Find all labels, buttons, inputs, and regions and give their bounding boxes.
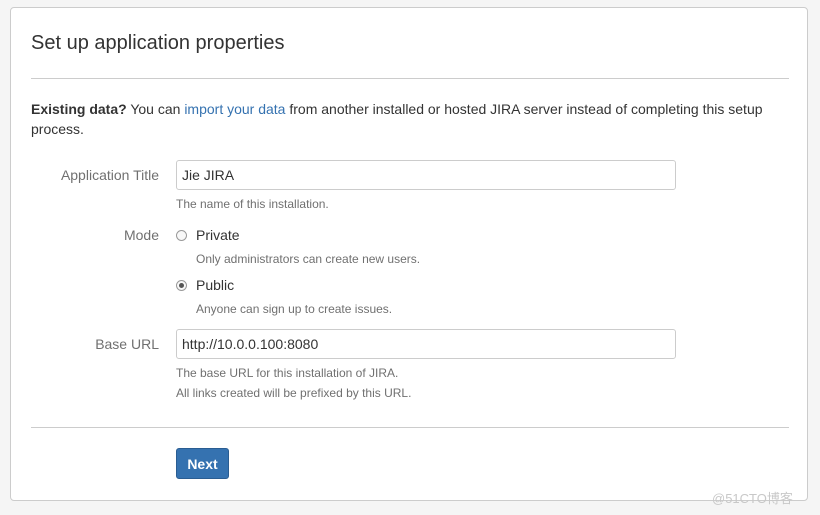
base-url-description: The base URL for this installation of JI…	[176, 366, 399, 380]
intro-text-before: You can	[126, 101, 185, 117]
import-data-link[interactable]: import your data	[184, 101, 285, 117]
public-label[interactable]: Public	[196, 277, 234, 293]
existing-data-heading: Existing data?	[31, 101, 127, 117]
application-title-label: Application Title	[60, 167, 159, 183]
public-description: Anyone can sign up to create issues.	[196, 302, 393, 316]
mode-label: Mode	[123, 227, 159, 243]
page-title: Set up application properties	[31, 32, 285, 54]
private-label[interactable]: Private	[196, 227, 240, 243]
watermark: @51CTO博客	[712, 491, 793, 506]
title-divider	[31, 78, 789, 79]
existing-data-notice: Existing data? You can import your data …	[31, 99, 791, 139]
mode-public-option[interactable]: Public	[176, 275, 234, 295]
base-url-prefix-note: All links created will be prefixed by th…	[176, 386, 412, 400]
base-url-input[interactable]	[176, 329, 676, 359]
private-radio[interactable]	[176, 229, 187, 241]
mode-private-option[interactable]: Private	[176, 225, 240, 245]
private-description: Only administrators can create new users…	[196, 252, 421, 266]
actions-divider	[31, 427, 789, 428]
public-radio[interactable]	[176, 279, 187, 291]
base-url-label: Base URL	[95, 336, 159, 352]
application-title-description: The name of this installation.	[176, 197, 329, 211]
setup-panel: Set up application properties Existing d…	[10, 7, 808, 501]
next-button[interactable]: Next	[176, 448, 229, 479]
application-title-input[interactable]	[176, 160, 676, 190]
